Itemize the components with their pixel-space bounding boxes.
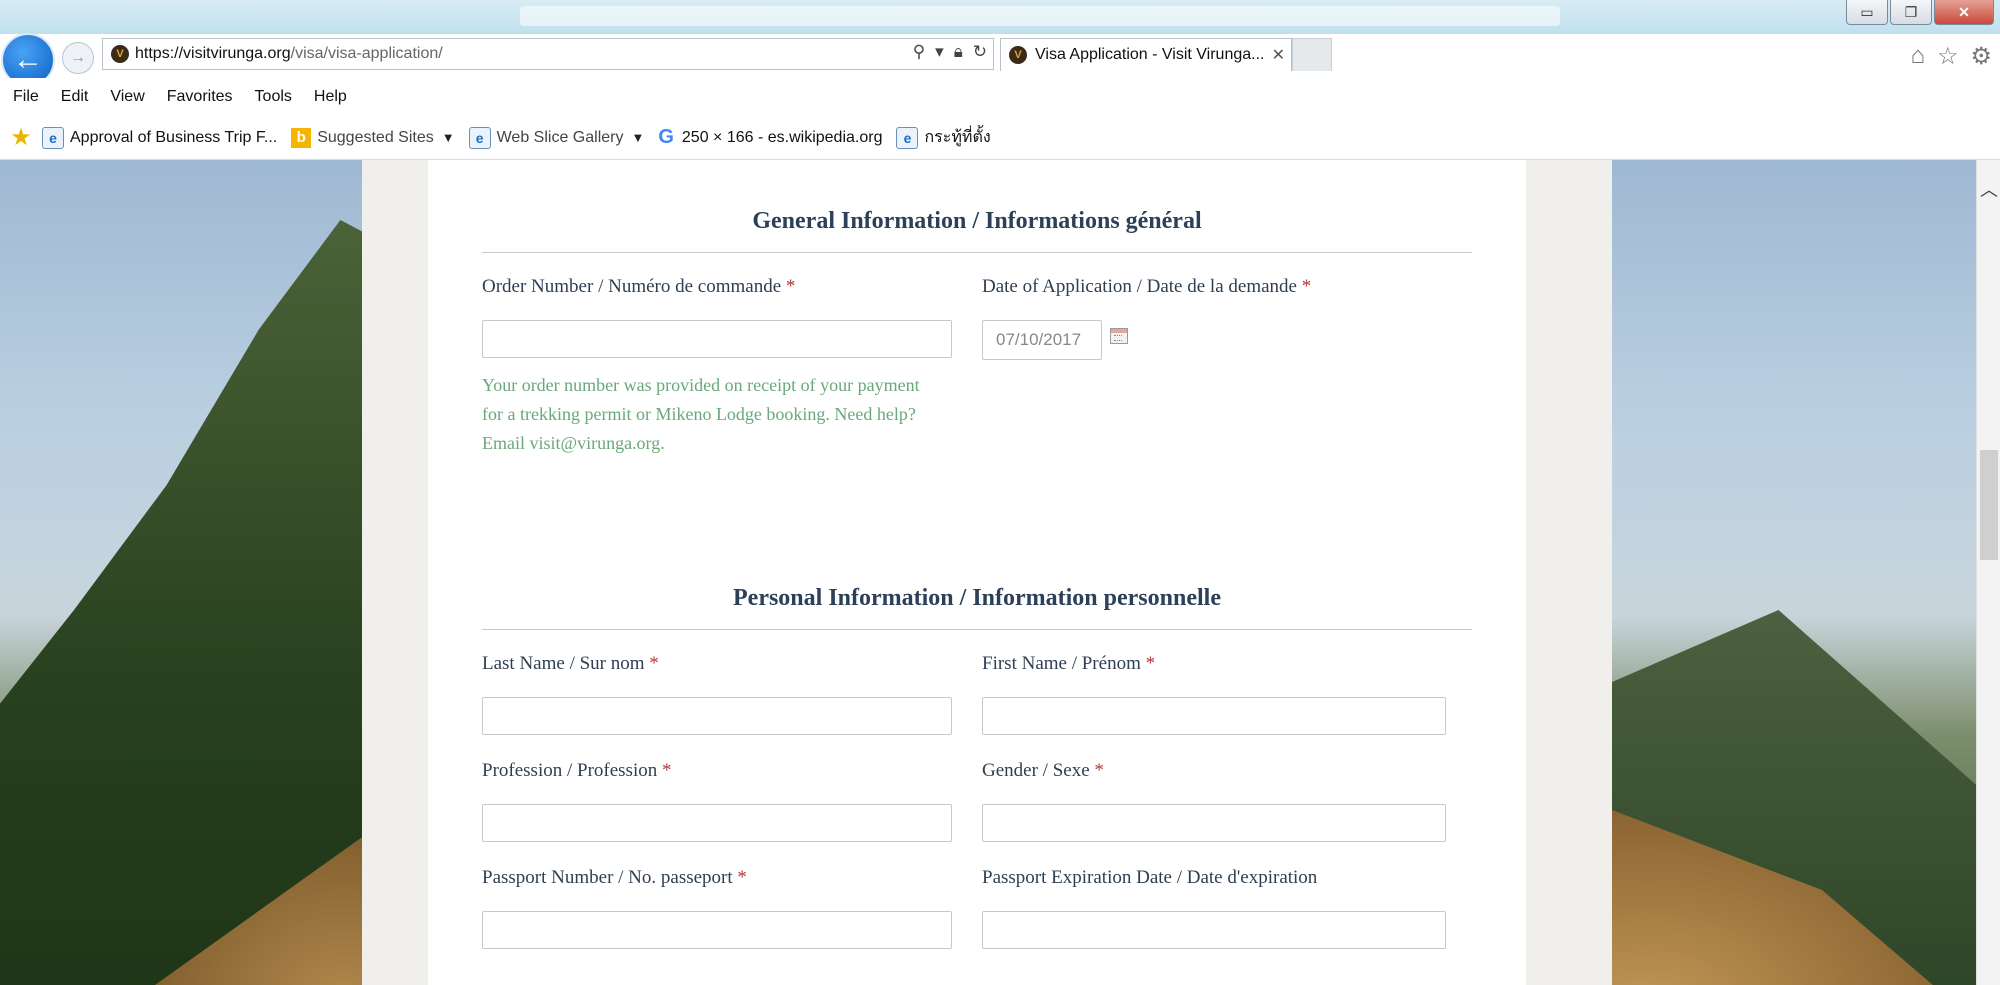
navigation-bar: ← → V https://visitvirunga.org/visa/visa… — [0, 34, 2000, 85]
menu-file[interactable]: File — [13, 88, 39, 106]
dropdown-arrow-icon[interactable]: ▼ — [631, 130, 644, 145]
scrollbar-thumb[interactable] — [1980, 450, 1998, 560]
address-url[interactable]: https://visitvirunga.org/visa/visa-appli… — [135, 45, 443, 63]
bing-icon: b — [291, 127, 312, 148]
personal-information-heading: Personal Information / Information perso… — [733, 585, 1221, 611]
favorite-label: Suggested Sites — [317, 128, 434, 146]
forward-button[interactable]: → — [62, 42, 94, 74]
add-favorite-star-icon[interactable]: ★ — [8, 124, 34, 151]
favorite-web-slice-gallery[interactable]: e Web Slice Gallery ▼ — [468, 126, 644, 149]
help-line: for a trekking permit or Mikeno Lodge bo… — [482, 404, 916, 424]
favorite-label: 250 × 166 - es.wikipedia.org — [681, 128, 883, 146]
page-scrollbar[interactable]: ︿ — [1976, 160, 2000, 985]
lock-icon[interactable]: 🔒︎ — [954, 42, 963, 62]
order-number-input[interactable] — [482, 320, 952, 358]
help-line: Your order number was provided on receip… — [482, 375, 920, 395]
favorites-bar: ★ e Approval of Business Trip F... b Sug… — [0, 116, 2000, 160]
page-viewport: General Information / Informations génér… — [0, 160, 1976, 985]
last-name-input[interactable] — [482, 697, 952, 735]
close-tab-icon[interactable]: ✕ — [1272, 45, 1285, 65]
restore-button[interactable]: ❐ — [1890, 0, 1932, 25]
favorite-suggested-sites[interactable]: b Suggested Sites ▼ — [291, 127, 455, 148]
ie-icon: e — [468, 126, 491, 149]
site-favicon-icon: V — [111, 45, 129, 63]
order-number-help-text: Your order number was provided on receip… — [482, 371, 982, 458]
url-path: /visa/visa-application/ — [290, 45, 443, 62]
ie-icon: e — [896, 126, 919, 149]
window-titlebar: ▭ ❐ ✕ — [0, 0, 2000, 34]
titlebar-blur — [520, 6, 1560, 26]
profession-input[interactable] — [482, 804, 952, 842]
last-name-label: Last Name / Sur nom * — [482, 653, 659, 674]
close-window-button[interactable]: ✕ — [1934, 0, 1994, 25]
menu-bar: File Edit View Favorites Tools Help — [0, 78, 2000, 116]
search-icon[interactable]: ⚲ — [913, 42, 925, 62]
window-controls: ▭ ❐ ✕ — [1846, 0, 1994, 25]
gender-input[interactable] — [982, 804, 1446, 842]
favorite-wikipedia-image[interactable]: G 250 × 166 - es.wikipedia.org — [658, 126, 882, 149]
profession-label: Profession / Profession * — [482, 760, 672, 781]
tab-visa-application[interactable]: V Visa Application - Visit Virunga... ✕ — [1000, 38, 1292, 71]
help-line: Email visit@virunga.org. — [482, 433, 665, 453]
calendar-icon[interactable] — [1110, 328, 1128, 344]
general-information-heading: General Information / Informations génér… — [752, 208, 1202, 234]
first-name-input[interactable] — [982, 697, 1446, 735]
section-divider — [482, 629, 1472, 630]
favorite-approval-business-trip[interactable]: e Approval of Business Trip F... — [42, 126, 278, 149]
favorite-label: Approval of Business Trip F... — [70, 128, 278, 146]
favorites-star-icon[interactable]: ☆ — [1937, 42, 1959, 71]
menu-favorites[interactable]: Favorites — [167, 88, 233, 106]
address-tools: ⚲ ▾ 🔒︎ ↻ — [913, 42, 987, 62]
new-tab-button[interactable] — [1292, 38, 1332, 71]
first-name-label: First Name / Prénom * — [982, 653, 1156, 674]
section-divider — [482, 252, 1472, 253]
url-host: https://visitvirunga.org — [135, 45, 291, 62]
passport-number-label: Passport Number / No. passeport * — [482, 867, 747, 888]
forward-arrow-icon: → — [70, 49, 86, 66]
google-icon: G — [658, 126, 674, 148]
home-icon[interactable]: ⌂ — [1910, 42, 1925, 71]
favorite-label: กระทู้ที่ตั้ง — [924, 129, 991, 146]
passport-expiration-label: Passport Expiration Date / Date d'expira… — [982, 867, 1318, 888]
passport-expiration-input[interactable] — [982, 911, 1446, 949]
gear-icon[interactable]: ⚙ — [1970, 42, 1992, 71]
tab-favicon-icon: V — [1009, 46, 1027, 64]
address-bar[interactable]: V https://visitvirunga.org/visa/visa-app… — [102, 38, 994, 70]
date-of-application-input[interactable]: 07/10/2017 — [982, 320, 1102, 360]
scroll-up-chevron-icon[interactable]: ︿ — [1977, 180, 2000, 200]
menu-edit[interactable]: Edit — [61, 88, 89, 106]
favorite-label: Web Slice Gallery — [496, 128, 624, 146]
menu-tools[interactable]: Tools — [255, 88, 292, 106]
browser-toolbar-icons: ⌂ ☆ ⚙ — [1910, 42, 1992, 71]
date-of-application-label: Date of Application / Date de la demande… — [982, 276, 1312, 297]
ie-icon: e — [42, 126, 64, 149]
dropdown-arrow-icon[interactable]: ▼ — [442, 130, 455, 145]
gender-label: Gender / Sexe * — [982, 760, 1104, 781]
passport-number-input[interactable] — [482, 911, 952, 949]
dropdown-arrow-icon[interactable]: ▾ — [935, 42, 944, 62]
tab-title: Visa Application - Visit Virunga... — [1035, 46, 1265, 63]
refresh-icon[interactable]: ↻ — [973, 42, 987, 62]
background-mountain-left — [0, 220, 370, 985]
minimize-button[interactable]: ▭ — [1846, 0, 1888, 25]
order-number-label: Order Number / Numéro de commande * — [482, 276, 796, 297]
menu-help[interactable]: Help — [314, 88, 347, 106]
back-arrow-icon: ← — [13, 43, 43, 76]
menu-view[interactable]: View — [110, 88, 144, 106]
visa-application-form: General Information / Informations génér… — [428, 160, 1526, 985]
favorite-thai-topic[interactable]: e กระทู้ที่ตั้ง — [896, 125, 991, 150]
